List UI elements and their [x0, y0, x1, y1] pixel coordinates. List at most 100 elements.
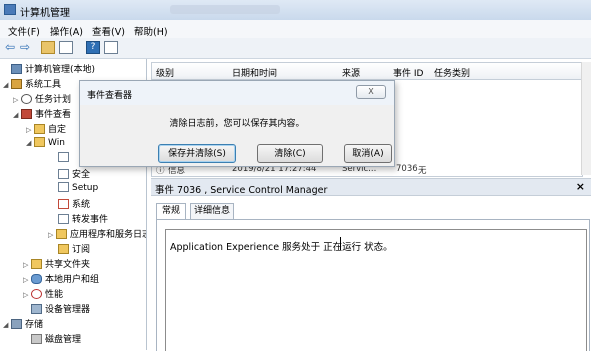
tree-item-application-log[interactable] [58, 152, 72, 166]
tab-general[interactable]: 常规 [156, 203, 186, 220]
tree-item-forwarded-events[interactable]: 转发事件 [58, 212, 108, 226]
column-datetime[interactable]: 日期和时间 [232, 66, 277, 79]
shared-folder-icon [31, 259, 42, 269]
tree-item-label: 系统 [72, 200, 91, 210]
log-icon [58, 169, 69, 179]
expander-icon[interactable]: ◢ [26, 139, 34, 147]
users-icon [31, 274, 42, 284]
folder-icon [56, 229, 67, 239]
dialog-title: 事件查看器 [87, 91, 133, 101]
event-list-header: 级别 日期和时间 来源 事件 ID 任务类别 [152, 63, 582, 80]
tree-item-label: 任务计划 [35, 95, 72, 105]
close-icon[interactable]: × [576, 180, 585, 193]
expander-icon[interactable]: ◢ [3, 321, 11, 329]
log-icon [58, 199, 69, 209]
menu-action[interactable]: 操作(A) [50, 24, 83, 38]
tools-icon [11, 79, 22, 89]
menu-view[interactable]: 查看(V) [92, 24, 125, 38]
tree-item-label: 计算机管理(本地) [25, 65, 96, 75]
event-detail-header: 事件 7036 , Service Control Manager × [151, 178, 591, 196]
text-cursor [340, 237, 341, 250]
cancel-button[interactable]: 取消(A) [344, 144, 392, 163]
tree-item-security-log[interactable]: 安全 [58, 167, 90, 181]
folder-up-icon[interactable] [41, 41, 55, 54]
dialog-body: 清除日志前，您可以保存其内容。 保存并清除(S) 清除(C) 取消(A) [80, 105, 394, 166]
tree-item-label: 存储 [25, 320, 44, 330]
column-source[interactable]: 来源 [342, 66, 360, 79]
tree-item-task-scheduler[interactable]: ▷ 任务计划 [13, 92, 71, 106]
tree-item-custom-views[interactable]: ▷ 自定 [26, 122, 66, 136]
tree-item-storage[interactable]: ◢ 存储 [3, 317, 43, 331]
event-message: Application Experience 服务处于 正在运行 状态。 [170, 242, 393, 253]
disk-icon [31, 334, 42, 344]
expander-icon[interactable]: ▷ [13, 96, 21, 104]
tab-details[interactable]: 详细信息 [190, 203, 234, 219]
event-viewer-icon [21, 109, 32, 119]
show-tree-icon[interactable] [59, 41, 73, 54]
tree-item-label: Setup [72, 183, 99, 193]
expander-icon[interactable]: ▷ [23, 261, 31, 269]
tree-item-label: Win [48, 138, 65, 148]
expander-icon[interactable]: ◢ [13, 111, 21, 119]
dialog-message: 清除日志前，您可以保存其内容。 [169, 119, 305, 129]
folder-icon [34, 124, 45, 134]
title-bar: 计算机管理 [0, 0, 591, 21]
column-task-category[interactable]: 任务类别 [434, 66, 470, 79]
tree-item-label: 磁盘管理 [45, 335, 82, 345]
performance-icon [31, 289, 42, 299]
tree-item-app-service-logs[interactable]: ▷ 应用程序和服务日志 [48, 227, 147, 241]
expander-icon[interactable]: ▷ [23, 276, 31, 284]
tree-item-label: 性能 [45, 290, 64, 300]
event-message-box[interactable]: Application Experience 服务处于 正在运行 状态。 [165, 229, 587, 351]
tree-item-setup-log[interactable]: Setup [58, 182, 98, 196]
expander-icon[interactable]: ▷ [23, 291, 31, 299]
log-icon [58, 152, 69, 162]
clear-button[interactable]: 清除(C) [257, 144, 323, 163]
help-icon[interactable]: ? [86, 41, 100, 54]
tree-item-event-viewer[interactable]: ◢ 事件查看 [13, 107, 71, 121]
expander-icon[interactable]: ▷ [26, 126, 34, 134]
menu-file[interactable]: 文件(F) [8, 24, 40, 38]
column-level[interactable]: 级别 [156, 66, 174, 79]
log-icon [58, 214, 69, 224]
tree-item-performance[interactable]: ▷ 性能 [23, 287, 63, 301]
tree-item-label: 系统工具 [25, 80, 62, 90]
tree-item-windows-logs[interactable]: ◢ Win [26, 137, 65, 151]
toolbar: ⇦ ⇨ ? [0, 38, 591, 59]
tree-item-label: 本地用户和组 [45, 275, 100, 285]
tree-item-label: 自定 [48, 125, 67, 135]
tree-item-label: 事件查看 [35, 110, 72, 120]
menu-bar: 文件(F) 操作(A) 查看(V) 帮助(H) [0, 20, 591, 39]
blurred-watermark [170, 5, 280, 14]
tree-item-shared-folders[interactable]: ▷ 共享文件夹 [23, 257, 90, 271]
storage-icon [11, 319, 22, 329]
tree-item-label: 应用程序和服务日志 [70, 230, 147, 240]
back-arrow-icon[interactable]: ⇦ [5, 41, 17, 54]
computer-icon [11, 64, 22, 74]
tree-item-local-users-groups[interactable]: ▷ 本地用户和组 [23, 272, 99, 286]
computer-management-icon [4, 4, 16, 15]
dialog-title-bar: 事件查看器 X [80, 81, 394, 105]
tree-item-device-manager[interactable]: 设备管理器 [23, 302, 90, 316]
expander-icon[interactable]: ▷ [48, 231, 56, 239]
menu-help[interactable]: 帮助(H) [134, 24, 168, 38]
expander-icon[interactable]: ◢ [3, 81, 11, 89]
folder-icon [34, 137, 45, 147]
tree-item-label: 安全 [72, 170, 91, 180]
subscription-icon [58, 244, 69, 254]
clock-icon [21, 94, 32, 104]
forward-arrow-icon[interactable]: ⇨ [20, 41, 32, 54]
tree-item-computer-management[interactable]: 计算机管理(本地) [3, 62, 95, 76]
tree-item-system-log[interactable]: 系统 [58, 197, 90, 211]
dialog-close-button[interactable]: X [356, 85, 386, 99]
column-event-id[interactable]: 事件 ID [393, 66, 423, 79]
window-title: 计算机管理 [20, 8, 70, 19]
tree-item-label: 设备管理器 [45, 305, 91, 315]
tree-item-disk-management[interactable]: 磁盘管理 [23, 332, 81, 346]
save-and-clear-button[interactable]: 保存并清除(S) [158, 144, 236, 163]
tree-item-subscriptions[interactable]: 订阅 [58, 242, 90, 256]
tree-item-label: 订阅 [72, 245, 91, 255]
event-list-scrollbar[interactable] [581, 62, 591, 175]
tree-item-system-tools[interactable]: ◢ 系统工具 [3, 77, 61, 91]
properties-icon[interactable] [104, 41, 118, 54]
